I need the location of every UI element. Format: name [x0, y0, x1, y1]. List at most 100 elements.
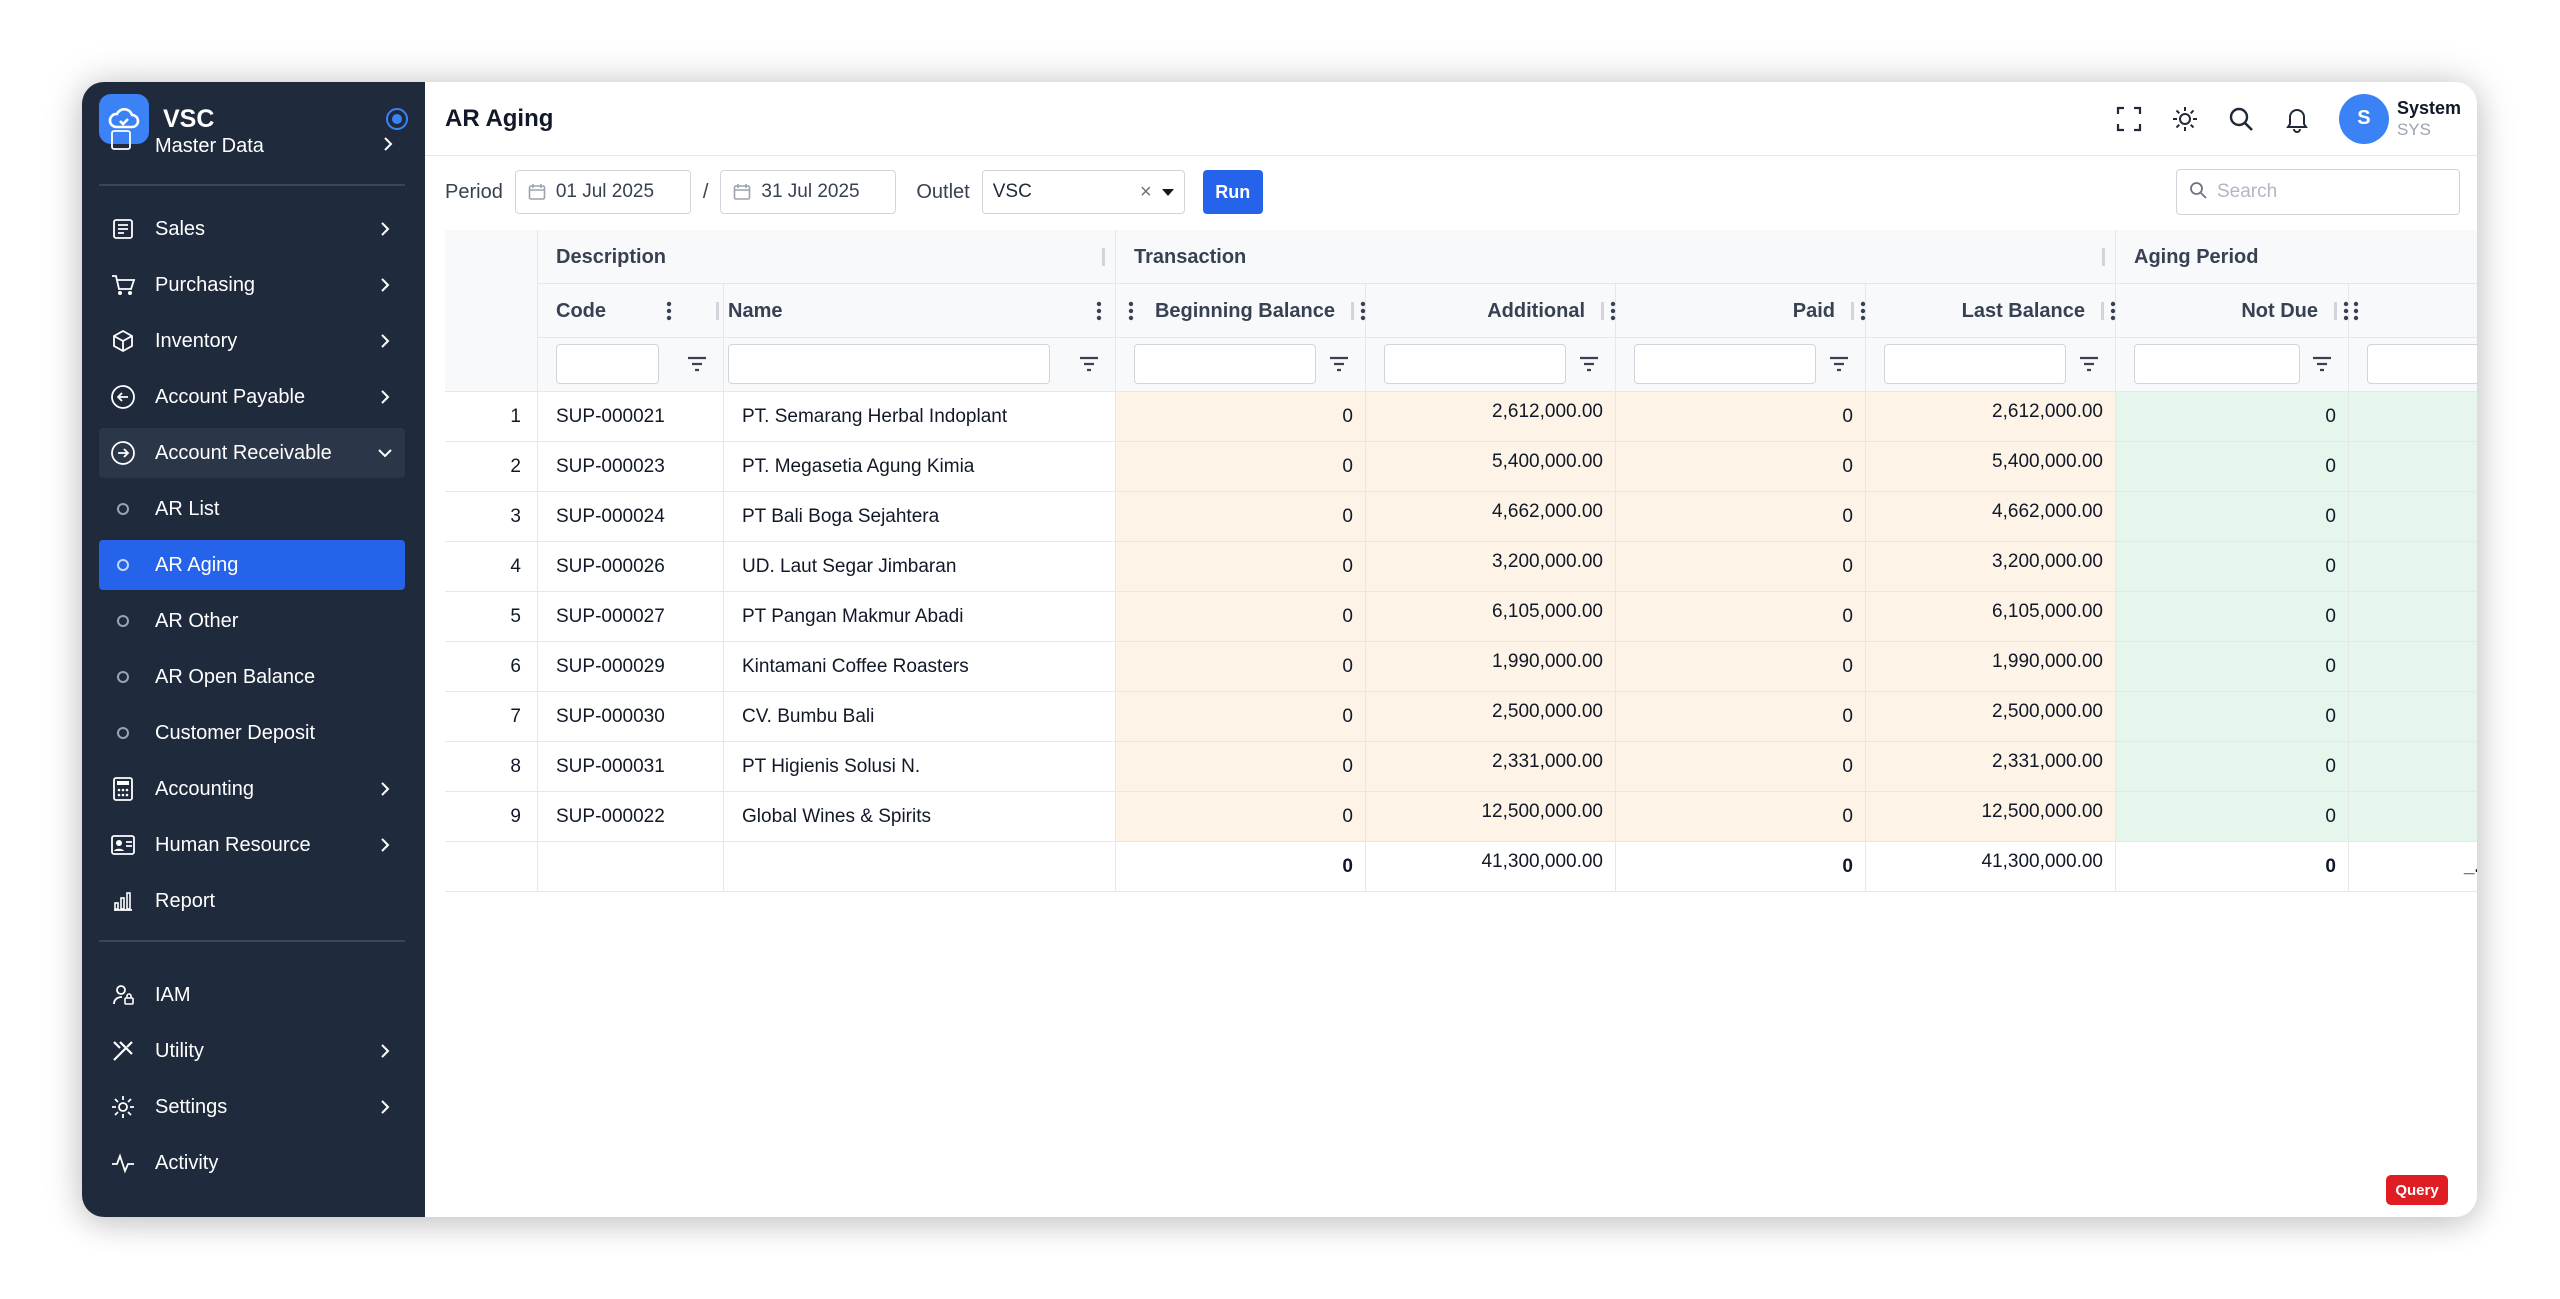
- column-resize-handle[interactable]: [2334, 302, 2337, 320]
- search-icon[interactable]: [2213, 91, 2269, 147]
- filter-cell: [1116, 338, 1366, 392]
- column-filter-input[interactable]: [1134, 344, 1316, 384]
- sidebar-item-label: Account Payable: [155, 385, 306, 408]
- date-from-field[interactable]: 01 Jul 2025: [514, 170, 691, 214]
- column-resize-handle[interactable]: [1601, 302, 1604, 320]
- sidebar-item-account-receivable[interactable]: Account Receivable: [99, 428, 405, 478]
- table-cell-paid: 0: [1616, 392, 1866, 442]
- sidebar-item-label: Account Receivable: [155, 441, 332, 464]
- table-cell-beginning: 0: [1116, 492, 1366, 542]
- table-cell-paid: 0: [1616, 642, 1866, 692]
- column-header-additional[interactable]: Additional: [1366, 284, 1616, 338]
- column-filter-input[interactable]: [1384, 344, 1566, 384]
- filter-icon[interactable]: [1078, 353, 1100, 375]
- sidebar-subitem-ar-other[interactable]: AR Other: [99, 596, 405, 646]
- calendar-icon: [733, 183, 751, 201]
- search-input[interactable]: [2217, 181, 2437, 203]
- group-header-description: Description: [538, 230, 1116, 284]
- column-header-cut: [2349, 284, 2477, 338]
- column-resize-handle[interactable]: [1102, 248, 1105, 266]
- column-filter-input[interactable]: [728, 344, 1050, 384]
- sidebar-item-master-data[interactable]: Master Data: [99, 130, 405, 158]
- query-button[interactable]: Query: [2386, 1175, 2448, 1205]
- filter-icon[interactable]: [1828, 353, 1850, 375]
- sidebar-nav: Master Data Sales Purchasing Inventory A…: [99, 130, 405, 1194]
- column-resize-handle[interactable]: [2101, 302, 2104, 320]
- user-info: System SYS: [2397, 97, 2461, 141]
- table-cell-next: [2349, 392, 2477, 442]
- column-resize-handle[interactable]: [2102, 248, 2105, 266]
- sidebar-toggle-icon[interactable]: [386, 108, 408, 130]
- sidebar-item-iam[interactable]: IAM: [99, 970, 405, 1020]
- sidebar-item-accounting[interactable]: Accounting: [99, 764, 405, 814]
- filter-icon[interactable]: [1578, 353, 1600, 375]
- sidebar-item-sales[interactable]: Sales: [99, 204, 405, 254]
- column-header-beginning[interactable]: Beginning Balance: [1116, 284, 1366, 338]
- column-menu-icon[interactable]: [1096, 301, 1102, 321]
- column-resize-handle[interactable]: [716, 302, 719, 320]
- column-menu-icon[interactable]: [1128, 301, 1134, 321]
- outlet-select[interactable]: VSC ×: [981, 170, 1185, 214]
- column-menu-icon[interactable]: [666, 301, 672, 321]
- caret-down-icon[interactable]: [1161, 188, 1174, 196]
- column-header-name[interactable]: Name: [724, 284, 1116, 338]
- filter-cell: [1866, 338, 2116, 392]
- filter-icon[interactable]: [1328, 353, 1350, 375]
- sidebar-item-human-resource[interactable]: Human Resource: [99, 820, 405, 870]
- user-menu[interactable]: S System SYS: [2338, 93, 2461, 144]
- column-header-last[interactable]: Last Balance: [1866, 284, 2116, 338]
- sidebar-item-account-payable[interactable]: Account Payable: [99, 372, 405, 422]
- sidebar-subitem-customer-deposit[interactable]: Customer Deposit: [99, 708, 405, 758]
- search-box[interactable]: [2176, 169, 2460, 215]
- table-cell-code: SUP-000026: [538, 542, 724, 592]
- theme-sun-icon[interactable]: [2157, 91, 2213, 147]
- main-content: AR Aging S System SYS Period 01 Jul 2025…: [425, 82, 2477, 1217]
- bar-chart-icon: [109, 887, 137, 915]
- run-button[interactable]: Run: [1202, 170, 1263, 214]
- filter-icon[interactable]: [2311, 353, 2333, 375]
- sidebar-item-purchasing[interactable]: Purchasing: [99, 260, 405, 310]
- sidebar-item-label: Inventory: [155, 329, 238, 352]
- sidebar-subitem-ar-aging[interactable]: AR Aging: [99, 540, 405, 590]
- sidebar-item-label: Utility: [155, 1039, 204, 1062]
- sidebar-item-activity[interactable]: Activity: [99, 1138, 405, 1188]
- sidebar-item-settings[interactable]: Settings: [99, 1082, 405, 1132]
- chevron-right-icon: [377, 389, 393, 405]
- column-filter-input[interactable]: [556, 344, 659, 384]
- sidebar-subitem-ar-open-balance[interactable]: AR Open Balance: [99, 652, 405, 702]
- clear-icon[interactable]: ×: [1140, 181, 1152, 204]
- table-cell-no: 3: [445, 492, 538, 542]
- sidebar-subitem-ar-list[interactable]: AR List: [99, 484, 405, 534]
- total-cell-no: [445, 842, 538, 892]
- table-cell-beginning: 0: [1116, 592, 1366, 642]
- column-filter-input[interactable]: [2134, 344, 2300, 384]
- table-cell-last: 6,105,000.00: [1866, 592, 2116, 642]
- column-header-not_due[interactable]: Not Due: [2116, 284, 2349, 338]
- filter-icon[interactable]: [2078, 353, 2100, 375]
- column-resize-handle[interactable]: [1851, 302, 1854, 320]
- divider: [99, 940, 405, 942]
- column-filter-input[interactable]: [1884, 344, 2066, 384]
- outlet-label: Outlet: [916, 180, 970, 203]
- sidebar-item-utility[interactable]: Utility: [99, 1026, 405, 1076]
- table-cell-beginning: 0: [1116, 642, 1366, 692]
- date-to-field[interactable]: 31 Jul 2025: [720, 170, 897, 214]
- column-header-code[interactable]: Code: [538, 284, 724, 338]
- column-filter-input[interactable]: [2367, 344, 2477, 384]
- column-filter-input[interactable]: [1634, 344, 1816, 384]
- filter-icon[interactable]: [686, 353, 708, 375]
- date-from-value: 01 Jul 2025: [555, 181, 655, 202]
- filter-cell: [2349, 338, 2477, 392]
- column-header-paid[interactable]: Paid: [1616, 284, 1866, 338]
- bell-icon[interactable]: [2269, 91, 2325, 147]
- avatar[interactable]: S: [2338, 93, 2389, 144]
- table-cell-additional: 4,662,000.00: [1366, 492, 1616, 542]
- chevron-down-icon: [377, 445, 393, 461]
- chevron-right-icon: [383, 135, 393, 158]
- fullscreen-icon[interactable]: [2101, 91, 2157, 147]
- column-resize-handle[interactable]: [1351, 302, 1354, 320]
- sidebar-item-report[interactable]: Report: [99, 876, 405, 926]
- sidebar-item-inventory[interactable]: Inventory: [99, 316, 405, 366]
- column-menu-icon[interactable]: [2353, 301, 2359, 321]
- sidebar-item-label: Customer Deposit: [155, 721, 316, 744]
